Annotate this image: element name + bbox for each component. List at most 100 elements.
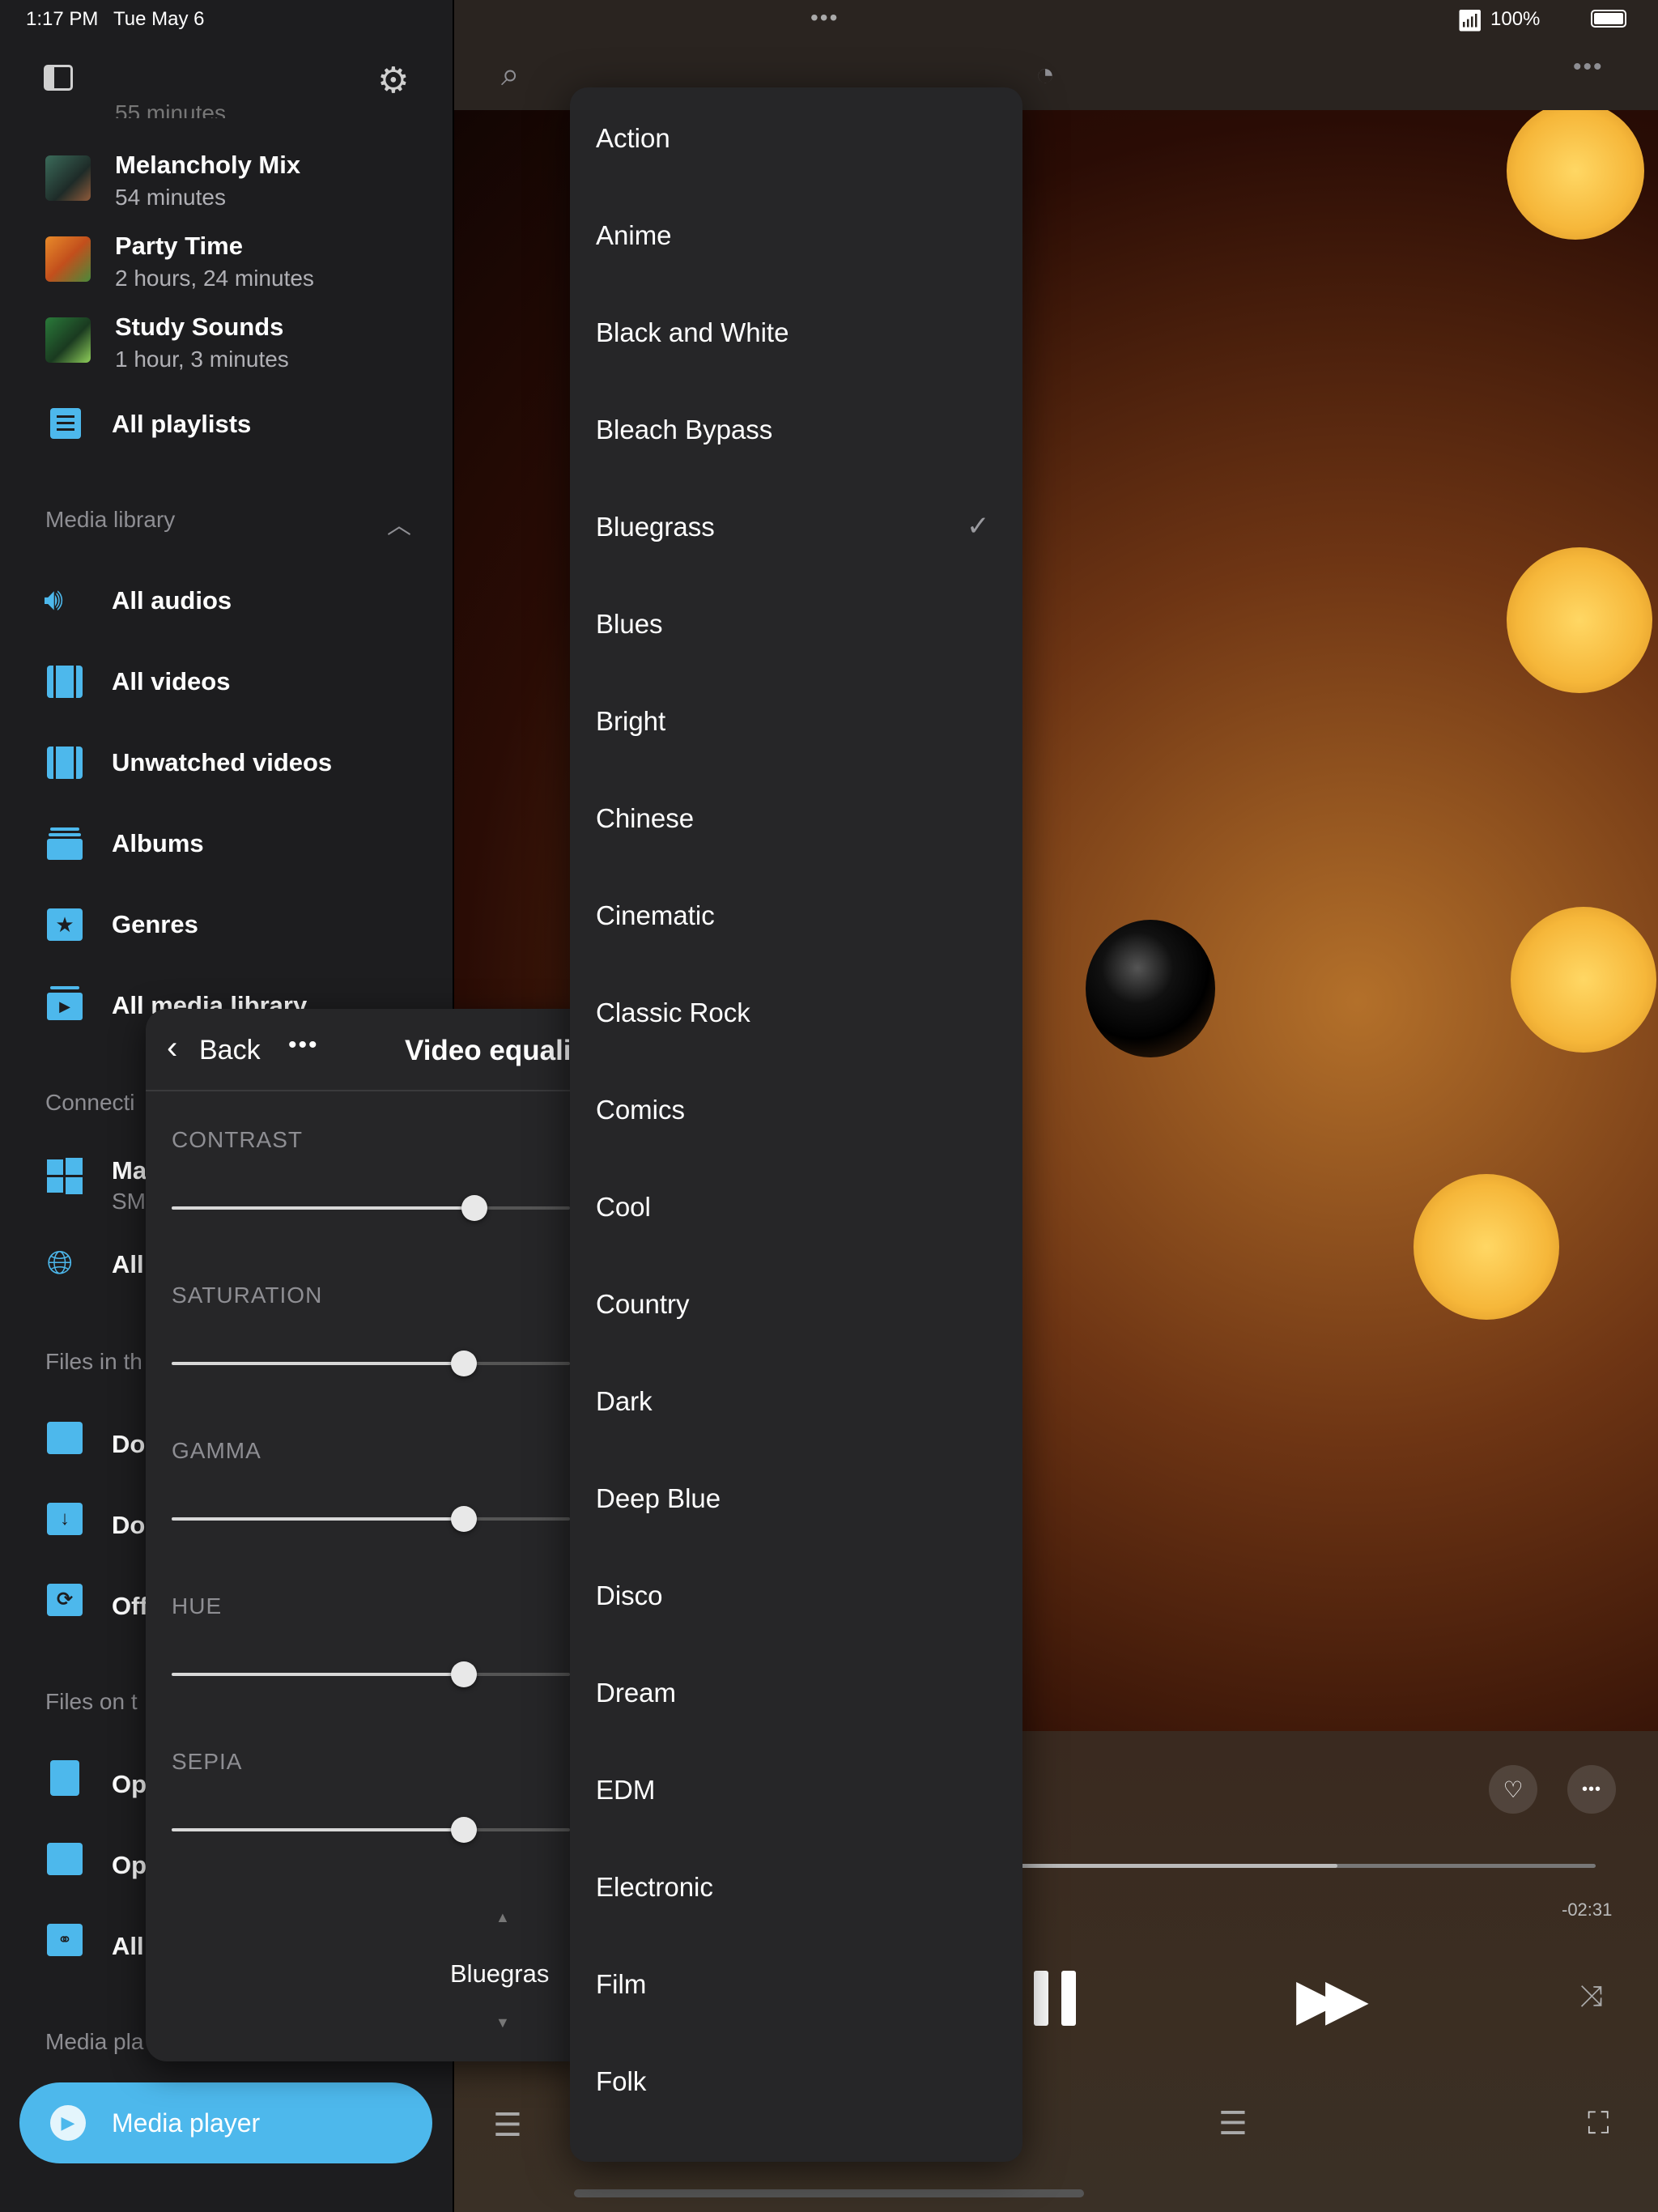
truncated-playlist-duration: 55 minutes xyxy=(115,100,226,118)
bokeh-light xyxy=(1507,547,1652,693)
bokeh-light xyxy=(1511,907,1656,1053)
sidebar-item-label: Genres xyxy=(112,910,198,938)
menu-item[interactable]: Disco xyxy=(596,1580,663,1611)
menu-item[interactable]: Dream xyxy=(596,1678,676,1708)
playlist-thumbnail xyxy=(45,317,91,363)
menu-item[interactable]: Electronic xyxy=(596,1872,713,1903)
document-folder-icon xyxy=(47,1422,83,1454)
sidebar-item-label: Albums xyxy=(112,829,204,857)
slider-track-rest[interactable] xyxy=(474,1206,570,1210)
slider-label: GAMMA xyxy=(172,1438,261,1463)
menu-item[interactable]: Film xyxy=(596,1969,646,2000)
menu-item[interactable]: Blues xyxy=(596,609,663,640)
connections-header: Connecti xyxy=(45,1090,135,1115)
sidebar-item-label: Off xyxy=(112,1592,148,1620)
menu-item[interactable]: Deep Blue xyxy=(596,1483,721,1514)
menu-item[interactable]: Black and White xyxy=(596,317,789,348)
menu-item[interactable]: Cinematic xyxy=(596,900,715,931)
slider-track-filled[interactable] xyxy=(172,1362,464,1365)
menu-item[interactable]: Bleach Bypass xyxy=(596,415,772,445)
back-button[interactable]: Back xyxy=(199,1035,261,1066)
fast-forward-icon[interactable]: ▶▶ xyxy=(1296,1966,1369,2032)
slider-thumb[interactable] xyxy=(461,1195,487,1221)
sidebar-item-label: Op xyxy=(112,1851,147,1879)
menu-item[interactable]: Bluegrass xyxy=(596,512,715,542)
media-player-header: Media pla xyxy=(45,2029,144,2054)
menu-item[interactable]: Cool xyxy=(596,1192,651,1223)
slider-track-rest[interactable] xyxy=(464,1362,570,1365)
fullscreen-icon[interactable]: ⛶ xyxy=(1588,2107,1609,2142)
home-indicator xyxy=(574,2189,1084,2197)
more-options-icon[interactable]: ••• xyxy=(1573,53,1604,81)
download-folder-icon: ↓ xyxy=(47,1503,83,1535)
more-options-icon[interactable]: ••• xyxy=(288,1032,319,1059)
menu-item[interactable]: Classic Rock xyxy=(596,998,750,1028)
chevron-left-icon[interactable]: ‹ xyxy=(167,1030,177,1066)
settings-gear-icon[interactable]: ⚙ xyxy=(377,60,409,101)
media-player-label: Media player xyxy=(112,2108,261,2138)
status-time: 1:17 PM xyxy=(26,8,99,30)
slider-track-rest[interactable] xyxy=(464,1828,570,1831)
chevron-up-icon[interactable]: ▲ xyxy=(495,1909,510,1926)
multitask-dots-icon[interactable]: ••• xyxy=(810,5,839,31)
sync-folder-icon: ⟳ xyxy=(47,1584,83,1616)
menu-item[interactable]: Anime xyxy=(596,220,672,251)
sidebar-item-label: Op xyxy=(112,1770,147,1798)
menu-item[interactable]: Comics xyxy=(596,1095,685,1125)
menu-item[interactable]: EDM xyxy=(596,1775,655,1806)
menu-item[interactable]: Folk xyxy=(596,2066,646,2097)
progress-track[interactable] xyxy=(1021,1864,1596,1868)
divider xyxy=(146,1090,583,1091)
folder-check-icon xyxy=(47,1843,83,1875)
menu-item[interactable]: Chinese xyxy=(596,803,694,834)
chevron-up-icon[interactable]: ︿ xyxy=(387,505,411,541)
slider-thumb[interactable] xyxy=(451,1661,477,1687)
list-icon xyxy=(50,408,81,439)
slider-track-rest[interactable] xyxy=(464,1673,570,1676)
slider-label: SATURATION xyxy=(172,1283,323,1308)
shuffle-icon[interactable]: ⤨ xyxy=(1579,1979,1603,2014)
sidebar-item-label: Do xyxy=(112,1430,146,1458)
checkmark-icon: ✓ xyxy=(967,511,990,542)
playlist-title: Study Sounds xyxy=(115,313,284,341)
document-check-icon xyxy=(50,1760,79,1796)
slider-track-filled[interactable] xyxy=(172,1673,464,1676)
status-date: Tue May 6 xyxy=(113,8,205,30)
slider-track-rest[interactable] xyxy=(464,1517,570,1521)
slider-label: SEPIA xyxy=(172,1749,243,1774)
menu-item[interactable]: Dark xyxy=(596,1386,653,1417)
battery-icon xyxy=(1591,10,1626,28)
equalizer-sliders-icon[interactable]: ☰ xyxy=(493,2107,522,2144)
sidebar-toggle-icon[interactable] xyxy=(44,65,73,91)
menu-item[interactable]: Action xyxy=(596,123,670,154)
preset-picker-value[interactable]: Bluegras xyxy=(450,1959,549,1989)
favorite-heart-icon[interactable]: ♡ xyxy=(1489,1765,1537,1814)
more-circle-icon[interactable]: ••• xyxy=(1567,1765,1616,1814)
slider-track-filled[interactable] xyxy=(172,1828,464,1831)
playlist-queue-icon[interactable]: ☰ xyxy=(1218,2105,1248,2142)
film-icon xyxy=(47,666,83,698)
media-player-button[interactable]: ▶ Media player xyxy=(19,2082,432,2163)
pause-icon[interactable] xyxy=(1031,1971,1079,2026)
slider-thumb[interactable] xyxy=(451,1506,477,1532)
slider-track-filled[interactable] xyxy=(172,1517,464,1521)
slider-track-filled[interactable] xyxy=(172,1206,474,1210)
sidebar-item-label: All playlists xyxy=(112,410,252,438)
files-on-header: Files on t xyxy=(45,1689,138,1714)
sidebar-item-label: All xyxy=(112,1932,144,1960)
folder-link-icon: ⚭ xyxy=(47,1924,83,1956)
sidebar-item-label: All audios xyxy=(112,586,232,615)
slider-thumb[interactable] xyxy=(451,1817,477,1843)
search-icon[interactable]: ⌕ xyxy=(501,57,519,93)
connection-subtitle: SM xyxy=(112,1189,146,1214)
chevron-down-icon[interactable]: ▼ xyxy=(495,2014,510,2031)
star-ticket-icon: ★ xyxy=(47,908,83,941)
files-in-header: Files in th xyxy=(45,1349,142,1374)
slider-thumb[interactable] xyxy=(451,1351,477,1376)
menu-item[interactable]: Bright xyxy=(596,706,665,737)
sidebar-item-label: Unwatched videos xyxy=(112,748,333,776)
menu-item[interactable]: Country xyxy=(596,1289,690,1320)
playlist-duration: 1 hour, 3 minutes xyxy=(115,347,289,372)
panel-title: Video equali xyxy=(405,1035,572,1066)
speedometer-icon[interactable]: ◔ xyxy=(1035,57,1055,93)
